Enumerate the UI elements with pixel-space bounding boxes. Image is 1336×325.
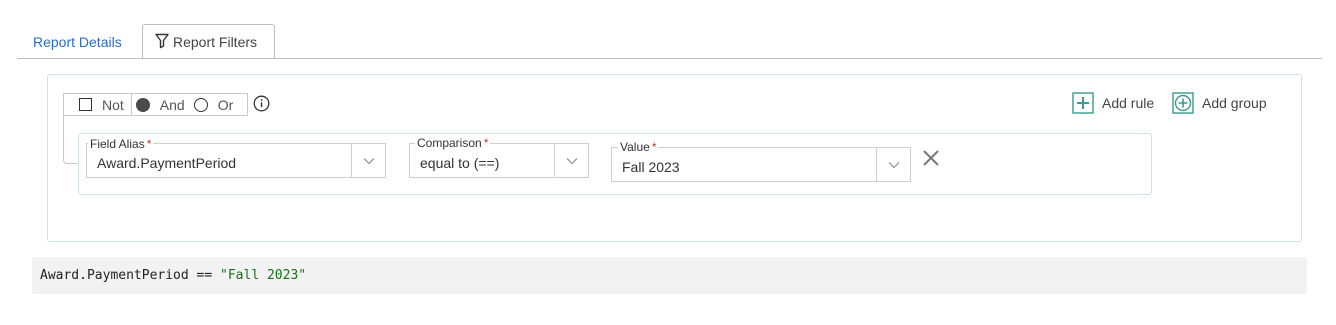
comparison-label: Comparison * — [415, 136, 491, 150]
plus-square-icon — [1072, 92, 1094, 114]
rule-connector-line — [63, 116, 78, 164]
chevron-down-icon[interactable] — [351, 144, 385, 177]
field-alias-label: Field Alias * — [88, 137, 154, 151]
value-label: Value * — [618, 140, 659, 154]
expression-string: "Fall 2023" — [220, 268, 307, 283]
add-rule-button[interactable]: Add rule — [1072, 92, 1154, 114]
field-alias-value: Award.PaymentPeriod — [97, 154, 237, 171]
not-checkbox[interactable] — [79, 98, 92, 111]
not-label: Not — [102, 96, 124, 113]
close-icon[interactable] — [922, 149, 940, 167]
tab-report-details[interactable]: Report Details — [33, 34, 122, 50]
tabs-divider — [17, 58, 1322, 59]
conjunction-selector: Not And Or — [63, 93, 248, 116]
funnel-icon — [155, 33, 169, 49]
plus-circle-square-icon — [1172, 92, 1194, 114]
not-toggle[interactable]: Not — [64, 94, 132, 115]
comparison-value: equal to (==) — [420, 154, 500, 171]
info-icon[interactable] — [253, 95, 270, 112]
filter-expression: Award.PaymentPeriod == "Fall 2023" — [32, 257, 1307, 294]
and-label: And — [159, 96, 185, 113]
or-label: Or — [217, 96, 234, 113]
and-option[interactable]: And — [132, 94, 192, 115]
or-radio[interactable] — [193, 97, 208, 112]
add-group-button[interactable]: Add group — [1172, 92, 1267, 114]
add-rule-label: Add rule — [1102, 95, 1155, 111]
tab-report-filters-label: Report Filters — [173, 33, 258, 50]
chevron-down-icon[interactable] — [554, 144, 588, 177]
or-option[interactable]: Or — [192, 94, 234, 115]
add-group-label: Add group — [1202, 95, 1267, 111]
tab-report-filters[interactable]: Report Filters — [142, 24, 275, 59]
chevron-down-icon[interactable] — [876, 148, 910, 181]
and-radio[interactable] — [135, 97, 150, 112]
value-value: Fall 2023 — [622, 158, 680, 175]
expression-field: Award.PaymentPeriod == — [40, 268, 221, 283]
